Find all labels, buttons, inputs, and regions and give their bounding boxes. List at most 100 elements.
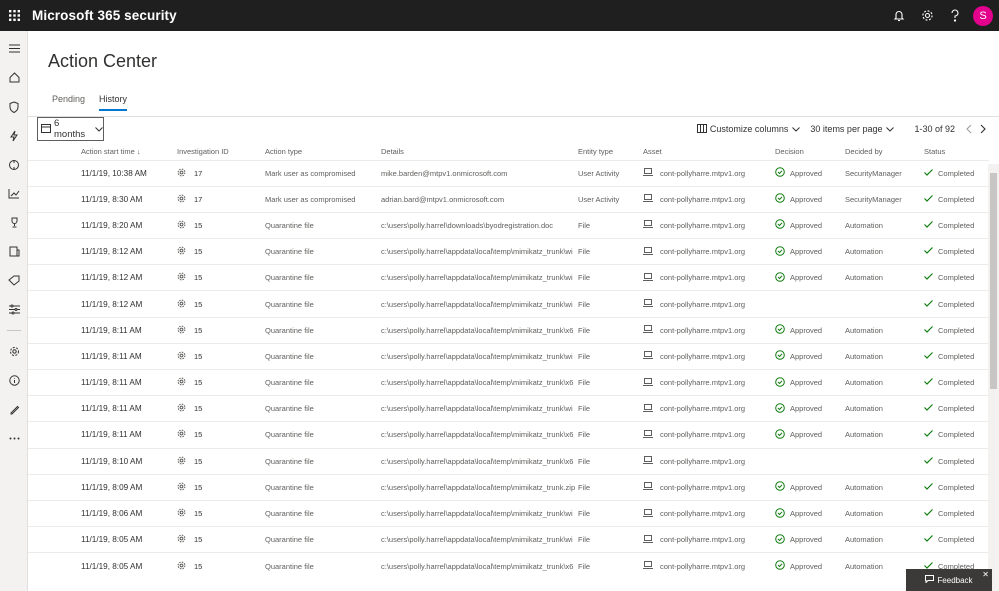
table-row[interactable]: 11/1/19, 8:05 AM 15 Quarantine file c:\user… [28,552,989,579]
asset-link[interactable]: cont-pollyharre.mtpv1.org [660,247,745,256]
investigation-id-link[interactable]: 15 [194,457,202,466]
help-icon[interactable] [941,0,969,31]
reports-icon[interactable] [0,179,28,208]
menu-icon[interactable] [0,34,28,63]
row-select-cell[interactable] [28,211,81,239]
column-header-investigation-id[interactable]: Investigation ID [177,144,265,160]
row-select-cell[interactable] [28,447,81,475]
feedback-button[interactable]: Feedback ✕ [906,569,992,591]
row-select-cell[interactable] [28,342,81,370]
vertical-scrollbar[interactable] [988,164,999,591]
asset-link[interactable]: cont-pollyharre.mtpv1.org [660,430,745,439]
row-select-cell[interactable] [28,290,81,318]
table-row[interactable]: 11/1/19, 8:11 AM 15 Quarantine file c:\user… [28,316,989,344]
investigation-id-link[interactable]: 15 [194,378,202,387]
row-select-cell[interactable] [28,526,81,553]
investigation-id-link[interactable]: 15 [194,430,202,439]
asset-link[interactable]: cont-pollyharre.mtpv1.org [660,404,745,413]
app-title[interactable]: Microsoft 365 security [32,8,177,23]
asset-link[interactable]: cont-pollyharre.mtpv1.org [660,273,745,282]
row-select-cell[interactable] [28,421,81,449]
column-header-action-start-time[interactable]: Action start time ↓ [81,144,177,160]
investigation-id-link[interactable]: 15 [194,483,202,492]
tab-history[interactable]: History [99,94,128,111]
investigation-id-link[interactable]: 15 [194,509,202,518]
column-header-decided-by[interactable]: Decided by [845,144,924,160]
scrollbar-thumb[interactable] [990,173,997,389]
table-row[interactable]: 11/1/19, 8:12 AM 15 Quarantine file c:\user… [28,238,989,265]
app-launcher-icon[interactable] [0,0,28,31]
column-header-action-type[interactable]: Action type [265,144,381,160]
settings-sliders-icon[interactable] [0,295,28,324]
avatar[interactable]: S [973,5,993,26]
table-row[interactable]: 11/1/19, 8:30 AM 17 Mark user as compromis… [28,185,989,213]
row-select-cell[interactable] [28,238,81,265]
row-select-cell[interactable] [28,395,81,422]
asset-link[interactable]: cont-pollyharre.mtpv1.org [660,221,745,230]
row-select-cell[interactable] [28,185,81,213]
row-select-cell[interactable] [28,499,81,527]
table-row[interactable]: 11/1/19, 8:12 AM 15 Quarantine file c:\user… [28,290,989,318]
chevron-right-icon[interactable] [977,123,989,135]
asset-link[interactable]: cont-pollyharre.mtpv1.org [660,535,745,544]
pencil-icon[interactable] [0,395,28,424]
investigation-id-link[interactable]: 15 [194,404,202,413]
table-row[interactable]: 11/1/19, 8:11 AM 15 Quarantine file c:\user… [28,368,989,396]
investigation-id-link[interactable]: 15 [194,247,202,256]
investigation-id-link[interactable]: 15 [194,562,202,571]
asset-link[interactable]: cont-pollyharre.mtpv1.org [660,483,745,492]
investigation-id-link[interactable]: 15 [194,352,202,361]
table-row[interactable]: 11/1/19, 8:12 AM 15 Quarantine file c:\user… [28,264,989,291]
asset-link[interactable]: cont-pollyharre.mtpv1.org [660,378,745,387]
asset-link[interactable]: cont-pollyharre.mtpv1.org [660,195,745,204]
gear-icon[interactable] [913,0,941,31]
gear-icon[interactable] [0,337,28,366]
time-range-filter[interactable]: 6 months [37,117,104,141]
items-per-page-select[interactable]: 30 items per page [810,124,895,134]
column-header-decision[interactable]: Decision [775,144,845,160]
investigation-id-link[interactable]: 15 [194,300,202,309]
tag-icon[interactable] [0,266,28,295]
table-row[interactable]: 11/1/19, 8:11 AM 15 Quarantine file c:\user… [28,342,989,370]
column-header-details[interactable]: Details [381,144,578,160]
investigation-id-link[interactable]: 17 [194,195,202,204]
asset-link[interactable]: cont-pollyharre.mtpv1.org [660,352,745,361]
column-header-entity-type[interactable]: Entity type [578,144,643,160]
shield-icon[interactable] [0,92,28,121]
more-icon[interactable] [0,424,28,453]
bell-icon[interactable] [885,0,913,31]
asset-link[interactable]: cont-pollyharre.mtpv1.org [660,509,745,518]
asset-link[interactable]: cont-pollyharre.mtpv1.org [660,326,745,335]
investigation-id-link[interactable]: 15 [194,326,202,335]
column-header-status[interactable]: Status [924,144,989,160]
table-row[interactable]: 11/1/19, 8:20 AM 15 Quarantine file c:\user… [28,211,989,239]
asset-link[interactable]: cont-pollyharre.mtpv1.org [660,562,745,571]
row-select-cell[interactable] [28,552,81,579]
column-header-asset[interactable]: Asset [643,144,775,160]
row-select-cell[interactable] [28,264,81,291]
row-select-cell[interactable] [28,368,81,396]
investigation-id-link[interactable]: 15 [194,273,202,282]
investigation-id-link[interactable]: 15 [194,535,202,544]
customize-columns-button[interactable]: Customize columns [696,123,801,135]
row-select-cell[interactable] [28,473,81,501]
home-icon[interactable] [0,63,28,92]
incidents-icon[interactable] [0,121,28,150]
table-row[interactable]: 11/1/19, 8:11 AM 15 Quarantine file c:\user… [28,395,989,422]
asset-link[interactable]: cont-pollyharre.mtpv1.org [660,169,745,178]
asset-link[interactable]: cont-pollyharre.mtpv1.org [660,300,745,309]
chevron-left-icon[interactable] [963,123,975,135]
row-select-cell[interactable] [28,159,81,187]
row-select-cell[interactable] [28,316,81,344]
devices-icon[interactable] [0,237,28,266]
hunting-icon[interactable] [0,150,28,179]
tab-pending[interactable]: Pending [52,94,85,111]
asset-link[interactable]: cont-pollyharre.mtpv1.org [660,457,745,466]
table-row[interactable]: 11/1/19, 10:38 AM 17 Mark user as compromi… [28,159,989,187]
close-icon[interactable]: ✕ [982,570,989,579]
info-icon[interactable] [0,366,28,395]
table-row[interactable]: 11/1/19, 8:06 AM 15 Quarantine file c:\user… [28,499,989,527]
trophy-icon[interactable] [0,208,28,237]
table-row[interactable]: 11/1/19, 8:09 AM 15 Quarantine file c:\user… [28,473,989,501]
table-row[interactable]: 11/1/19, 8:05 AM 15 Quarantine file c:\user… [28,526,989,553]
